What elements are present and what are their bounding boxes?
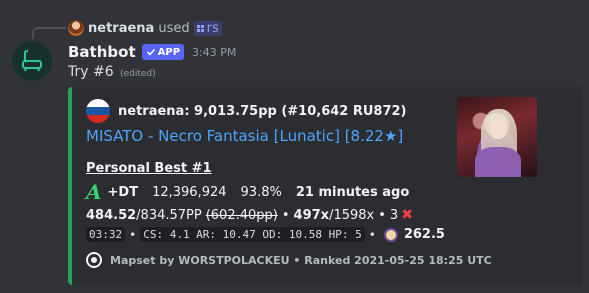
slash-command-name: rs [206, 20, 219, 36]
pp-value: 484.52 [86, 207, 137, 223]
separator: • [281, 207, 290, 223]
reply-connector [32, 27, 66, 39]
checkmark-icon [146, 48, 155, 56]
embed-footer: Mapset by WORSTPOLACKEU • Ranked 2021-05… [86, 252, 492, 268]
map-attributes-row: 03:32 • CS: 4.1 AR: 10.47 OD: 10.58 HP: … [86, 227, 445, 242]
star-rating-icon [383, 227, 398, 242]
beatmap-thumbnail[interactable] [457, 97, 537, 177]
discord-message-view: netraena used rs Bathbot APP 3:43 PM Try… [0, 0, 589, 293]
app-badge: APP [141, 44, 185, 60]
pp-if-fc: (602.40pp) [205, 207, 278, 223]
app-badge-label: APP [157, 46, 181, 58]
miss-count: 3 [389, 207, 399, 223]
separator: • [378, 207, 386, 223]
score-stats-row: A +DT 12,396,924 93.8% 21 minutes ago [86, 180, 410, 204]
embed-author-text: netraena: 9,013.75pp (#10,642 RU872) [118, 103, 407, 119]
osu-logo-icon [86, 252, 102, 268]
separator: • [129, 227, 137, 242]
slash-command-icon [196, 24, 204, 32]
separator: • [368, 227, 376, 242]
message-content: Try #6 (edited) [68, 64, 156, 80]
map-stats: CS: 4.1 AR: 10.47 OD: 10.58 HP: 5 [140, 227, 365, 242]
edited-marker[interactable]: (edited) [120, 69, 156, 79]
map-length: 03:32 [86, 227, 126, 242]
score-value: 12,396,924 [152, 184, 227, 200]
thumbnail-face [489, 119, 507, 139]
message-timestamp[interactable]: 3:43 PM [192, 46, 236, 59]
miss-x-icon: ✖ [401, 207, 413, 223]
reply-action-text: used [158, 20, 190, 36]
mods-text: +DT [107, 184, 139, 200]
russia-flag-icon [86, 99, 110, 123]
message-text: Try #6 [68, 64, 114, 80]
personal-best-heading: Personal Best #1 [86, 161, 212, 176]
pp-combo-row: 484.52 /834.57PP (602.40pp) • 497x /1598… [86, 207, 413, 223]
pp-max: /834.57PP [136, 207, 202, 223]
thumbnail-dress [475, 147, 521, 177]
time-ago: 21 minutes ago [295, 184, 410, 200]
reply-context[interactable]: netraena used rs [68, 18, 222, 38]
message-header: Bathbot APP 3:43 PM [68, 41, 236, 63]
bot-username[interactable]: Bathbot [68, 43, 136, 61]
star-rating-value: 262.5 [403, 227, 445, 242]
slash-command-chip[interactable]: rs [193, 20, 222, 36]
combo-max: /1598x [329, 207, 375, 223]
embed-title-link[interactable]: MISATO - Necro Fantasia [Lunatic] [8.22★… [86, 127, 403, 145]
score-embed: netraena: 9,013.75pp (#10,642 RU872) MIS… [68, 87, 583, 285]
grade-a-icon: A [86, 180, 102, 204]
footer-text: Mapset by WORSTPOLACKEU • Ranked 2021-05… [110, 253, 492, 267]
accuracy-value: 93.8% [240, 184, 282, 200]
bathtub-icon [22, 50, 42, 72]
bot-avatar[interactable] [12, 41, 52, 81]
embed-author[interactable]: netraena: 9,013.75pp (#10,642 RU872) [86, 99, 407, 123]
replied-user-avatar[interactable] [68, 20, 84, 36]
combo-value: 497x [293, 207, 330, 223]
replied-username[interactable]: netraena [88, 21, 154, 36]
